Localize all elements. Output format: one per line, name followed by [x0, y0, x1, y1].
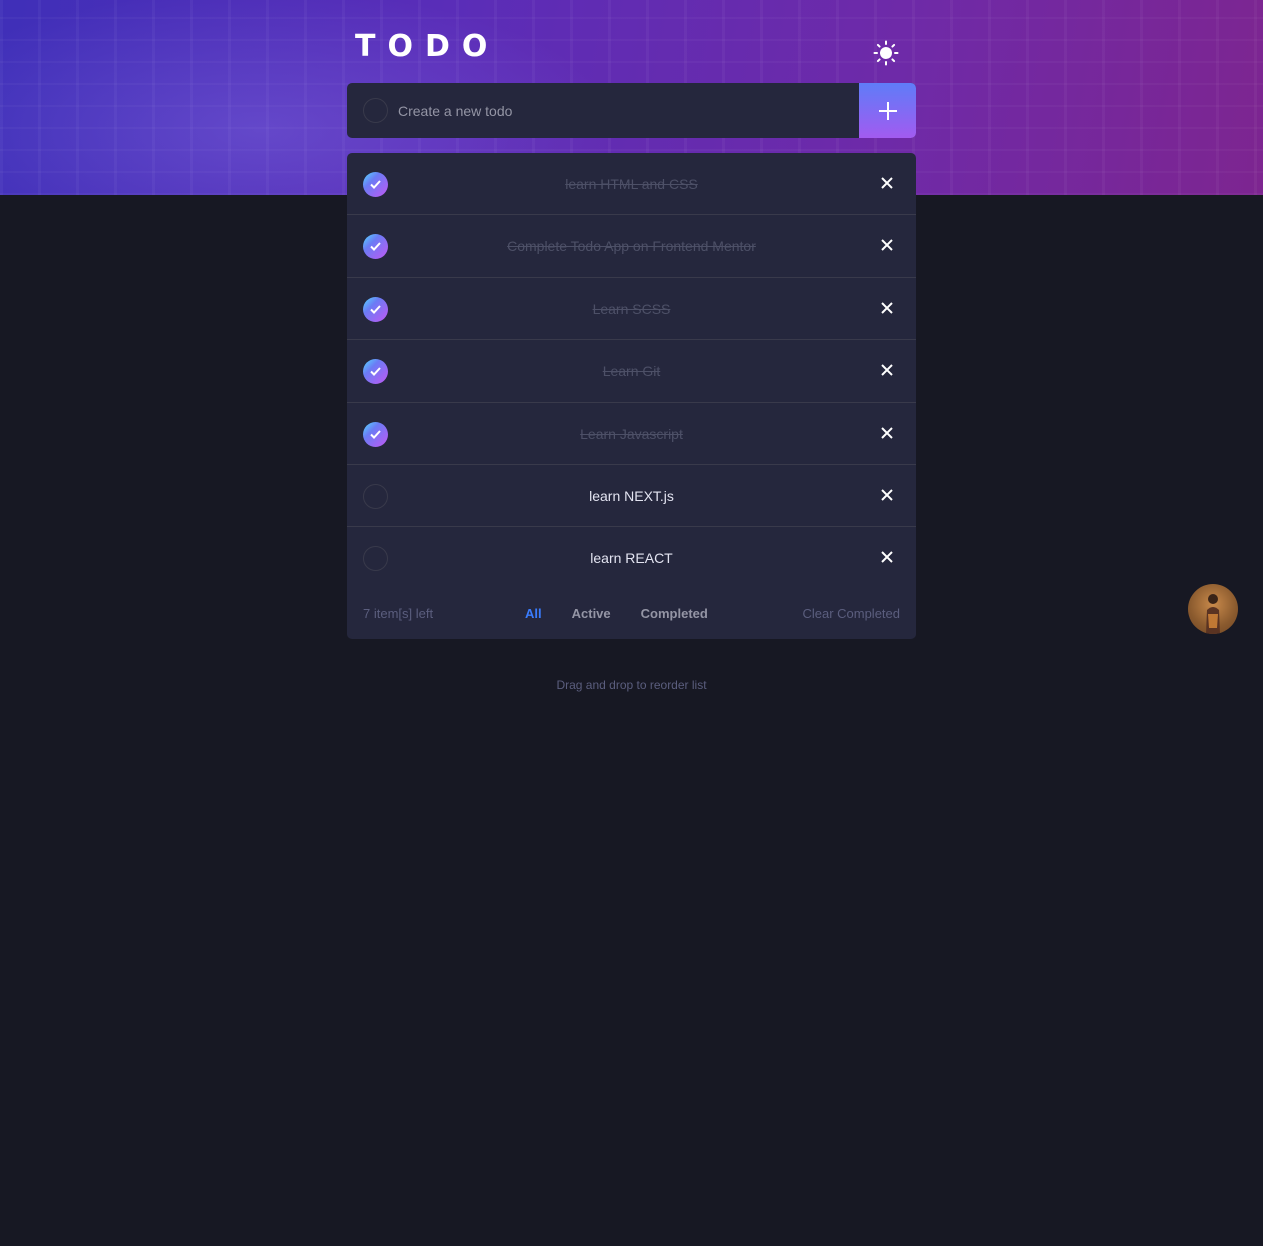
- checkmark-icon: [370, 429, 381, 439]
- plus-icon: [878, 101, 897, 120]
- todo-checkbox[interactable]: [363, 421, 388, 447]
- todo-footer: 7 item[s] left All Active Completed Clea…: [347, 589, 916, 639]
- delete-todo-button[interactable]: [878, 361, 896, 379]
- close-icon: [881, 551, 893, 564]
- todo-item[interactable]: learn HTML and CSS: [347, 153, 916, 216]
- items-left-count: 7 item[s] left: [363, 606, 434, 621]
- delete-todo-button[interactable]: [878, 299, 896, 317]
- delete-todo-button[interactable]: [878, 548, 896, 566]
- todo-text: Complete Todo App on Frontend Mentor: [507, 238, 756, 255]
- filter-all[interactable]: All: [525, 606, 542, 621]
- drag-hint: Drag and drop to reorder list: [556, 678, 707, 692]
- filter-active[interactable]: Active: [572, 606, 611, 621]
- checkmark-icon: [370, 305, 381, 314]
- todo-checkbox[interactable]: [363, 296, 388, 322]
- person-silhouette: [1206, 594, 1220, 634]
- close-icon: [881, 239, 893, 252]
- avatar[interactable]: [1188, 584, 1238, 634]
- todo-checkbox[interactable]: [363, 172, 388, 197]
- todo-text: learn REACT: [590, 550, 673, 567]
- todo-list: learn HTML and CSS Complete Todo App on F…: [347, 153, 916, 590]
- todo-item[interactable]: Learn Javascript: [347, 403, 916, 465]
- todo-checkbox[interactable]: [363, 234, 388, 260]
- checkmark-icon: [370, 242, 381, 252]
- clear-completed-button[interactable]: Clear Completed: [802, 606, 900, 621]
- close-icon: [881, 302, 893, 314]
- todo-item[interactable]: Learn Git: [347, 340, 916, 403]
- delete-todo-button[interactable]: [878, 174, 896, 192]
- todo-checkbox[interactable]: [363, 359, 388, 385]
- new-todo-circle: [363, 98, 388, 123]
- filter-completed[interactable]: Completed: [641, 606, 708, 621]
- checkmark-icon: [370, 367, 381, 377]
- sun-icon: [873, 40, 899, 66]
- todo-checkbox[interactable]: [363, 546, 388, 572]
- app-title: TODO: [355, 29, 500, 64]
- todo-item[interactable]: learn NEXT.js: [347, 465, 916, 528]
- filter-group: All Active Completed: [525, 606, 708, 621]
- todo-text: Learn SCSS: [592, 300, 671, 317]
- delete-todo-button[interactable]: [878, 424, 896, 442]
- close-icon: [881, 177, 893, 189]
- add-todo-button[interactable]: [859, 83, 916, 138]
- checkmark-icon: [370, 180, 381, 189]
- theme-toggle-button[interactable]: [872, 39, 900, 67]
- close-icon: [881, 364, 893, 376]
- todo-item[interactable]: Learn SCSS: [347, 278, 916, 341]
- todo-checkbox[interactable]: [363, 483, 388, 509]
- todo-text: Learn Javascript: [580, 425, 683, 442]
- delete-todo-button[interactable]: [878, 236, 896, 254]
- todo-item[interactable]: Complete Todo App on Frontend Mentor: [347, 215, 916, 278]
- close-icon: [881, 489, 893, 501]
- todo-item[interactable]: learn REACT: [347, 527, 916, 590]
- new-todo-input[interactable]: [398, 83, 848, 138]
- close-icon: [881, 426, 893, 439]
- new-todo-form: [347, 83, 916, 138]
- todo-text: learn NEXT.js: [589, 487, 674, 504]
- delete-todo-button[interactable]: [878, 486, 896, 504]
- todo-text: Learn Git: [602, 363, 661, 380]
- todo-text: learn HTML and CSS: [565, 176, 698, 192]
